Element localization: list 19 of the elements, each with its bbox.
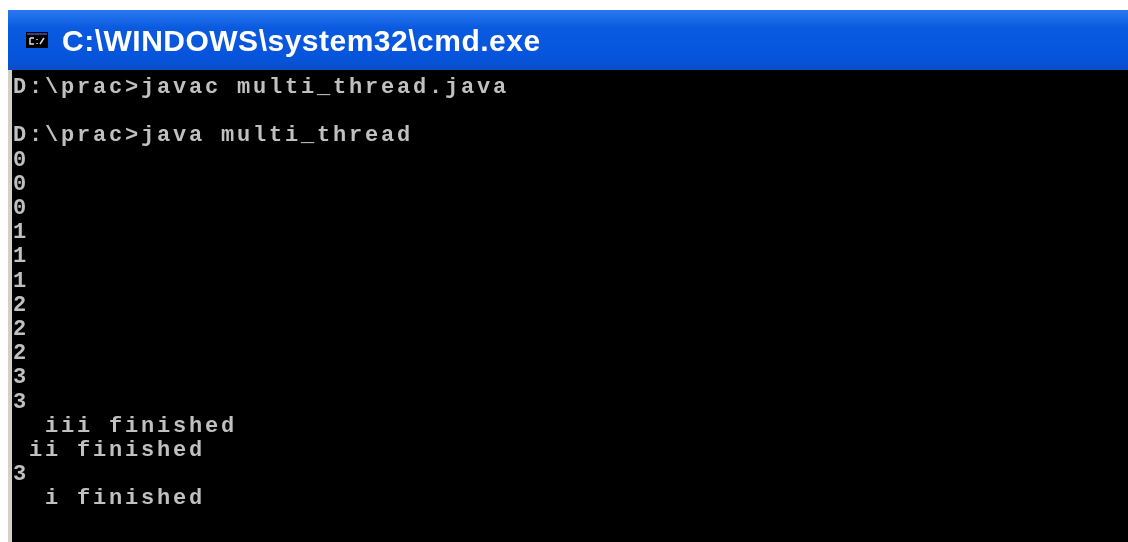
console-line: 2	[13, 342, 30, 367]
console-line: i finished	[44, 487, 207, 512]
console-line: D:\prac>java multi_thread	[13, 124, 415, 149]
console-line: iii finished	[44, 414, 239, 440]
console-icon	[26, 32, 48, 48]
console-line: 1	[13, 245, 30, 270]
console-line: 2	[13, 293, 30, 318]
console-line: 0	[13, 197, 30, 222]
console-line: 3	[13, 390, 30, 415]
console-line: 3	[13, 366, 30, 391]
console-line: 1	[13, 221, 30, 246]
window-title: C:\WINDOWS\system32\cmd.exe	[62, 22, 541, 59]
console-line: 2	[13, 318, 30, 343]
console-line: 0	[13, 148, 30, 173]
console-line: 3	[13, 463, 30, 488]
console-line: D:\prac>javac multi_thread.java	[13, 76, 511, 101]
console-line: ii finished	[28, 439, 207, 464]
console-line: 1	[13, 269, 30, 294]
console-line: 0	[13, 172, 30, 197]
